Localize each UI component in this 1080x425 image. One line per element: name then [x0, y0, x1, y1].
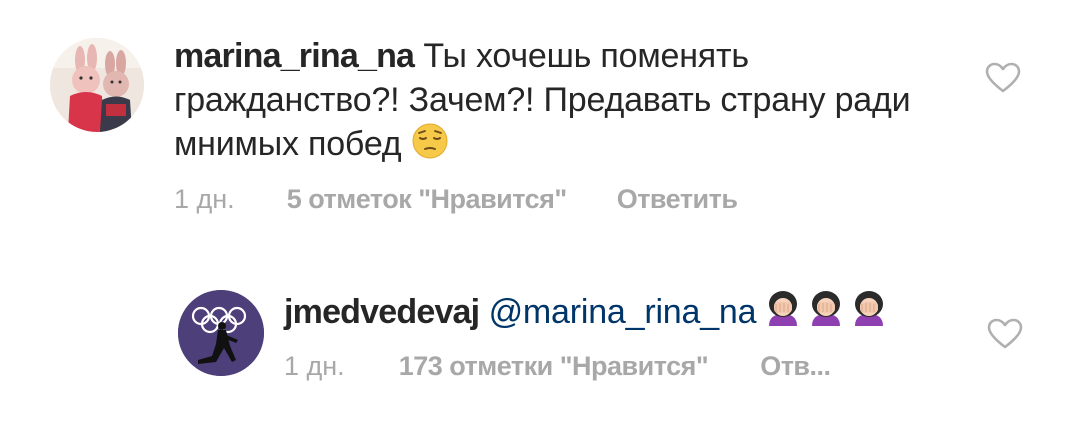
comment-likes-count[interactable]: 5 отметок "Нравится" [287, 183, 568, 215]
heart-outline-icon[interactable] [987, 318, 1023, 350]
bunny-dolls-avatar-image [50, 38, 144, 132]
comment-meta: 1 дн. 5 отметок "Нравится" Ответить [174, 183, 738, 215]
face-palm-icon [852, 290, 886, 328]
comment-item: marina_rina_na Ты хочешь поменять гражда… [50, 30, 1050, 220]
reply-button[interactable]: Ответить [617, 183, 738, 215]
pensive-face-icon [411, 122, 449, 160]
heart-outline-icon[interactable] [985, 62, 1021, 94]
face-palm-icon [809, 290, 843, 328]
face-palm-icon [766, 290, 800, 328]
comment-reply-item: jmedvedevaj @marina_rina_na 1 дн. 173 от… [178, 280, 1050, 390]
olympic-rings-skater-avatar-image [178, 290, 264, 376]
avatar[interactable] [50, 38, 144, 132]
comment-text: marina_rina_na Ты хочешь поменять гражда… [174, 34, 914, 166]
reply-button[interactable]: Отв... [760, 350, 831, 382]
comment-meta: 1 дн. 173 отметки "Нравится" Отв... [284, 350, 831, 382]
mention-link[interactable]: @marina_rina_na [489, 293, 757, 331]
comment-likes-count[interactable]: 173 отметки "Нравится" [399, 350, 709, 382]
comment-text: jmedvedevaj @marina_rina_na [284, 290, 984, 334]
comment-username[interactable]: jmedvedevaj [284, 293, 480, 331]
avatar[interactable] [178, 290, 264, 376]
comment-time: 1 дн. [284, 351, 345, 381]
comment-time: 1 дн. [174, 184, 235, 214]
comment-username[interactable]: marina_rina_na [174, 37, 415, 75]
